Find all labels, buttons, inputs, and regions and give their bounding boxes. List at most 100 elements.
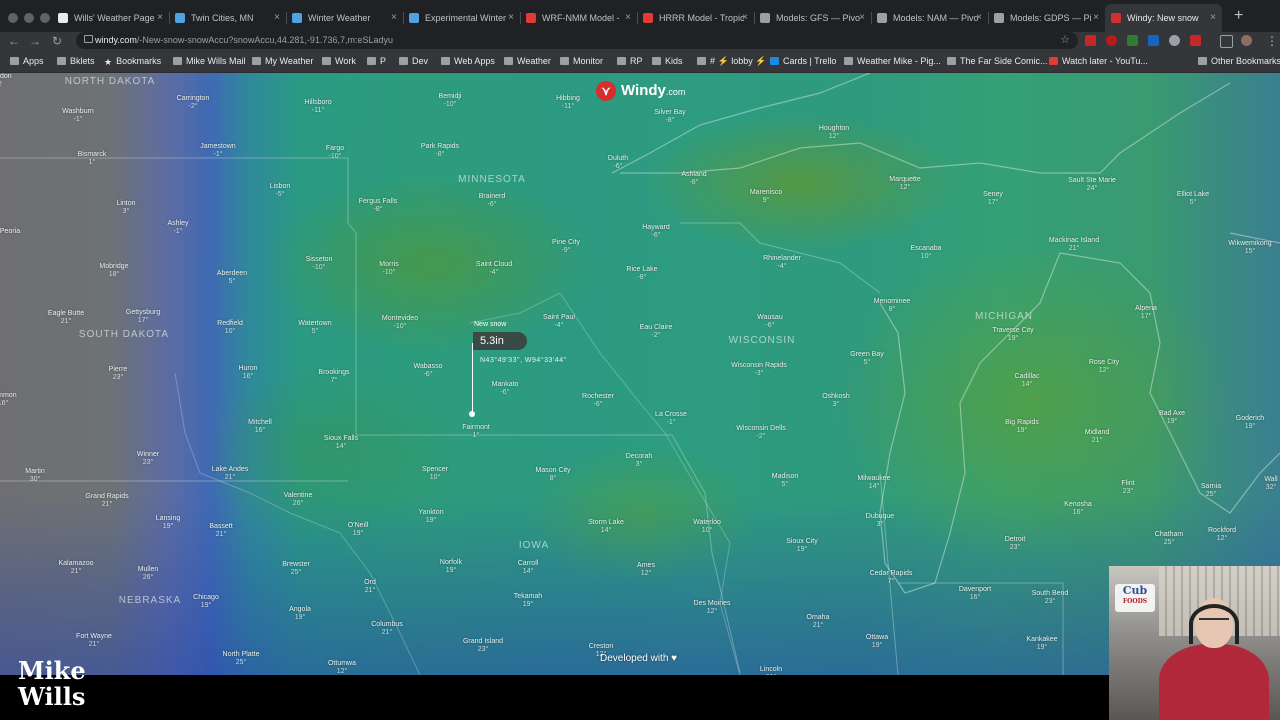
city-label[interactable]: Waterloo 10° [693,519,721,535]
city-label[interactable]: Bismarck 1° [78,151,107,167]
city-label[interactable]: Fargo -10° [326,145,344,161]
city-label[interactable]: Wisconsin Rapids -3° [731,362,787,378]
browser-tab[interactable]: Windy: New snow × [1105,4,1222,32]
browser-tab[interactable]: Models: GDPS — Pi × [988,4,1105,32]
bookmark-item[interactable]: Watch later - YouTu... [1049,50,1148,72]
city-label[interactable]: Mason City 8° [535,467,570,483]
city-label[interactable]: Pierre 23° [109,366,128,382]
city-label[interactable]: Des Moines 12° [694,600,731,616]
city-label[interactable]: Storm Lake 14° [588,519,624,535]
browser-tab[interactable]: Twin Cities, MN × [169,4,286,32]
city-label[interactable]: Jamestown -1° [200,143,235,159]
city-label[interactable]: Chicago 19° [193,594,219,610]
extension-icon[interactable] [1106,35,1117,46]
city-label[interactable]: Sisseton -10° [306,256,333,272]
city-label[interactable]: Winner 23° [137,451,159,467]
bookmark-item[interactable]: Weather Mike - Pig... [844,50,941,72]
city-label[interactable]: Rose City 12° [1089,359,1119,375]
city-label[interactable]: Fairmont 1° [462,424,490,440]
city-label[interactable]: Mitchell 16° [248,419,272,435]
tab-close-icon[interactable]: × [623,4,633,32]
city-label[interactable]: Rhinelander -4° [763,255,801,271]
city-label[interactable]: Houghton 12° [819,125,849,141]
city-label[interactable]: Kenosha 16° [1064,501,1092,517]
minimize-window-icon[interactable] [24,13,34,23]
picker-pin-dot[interactable] [469,411,475,417]
bookmark-item[interactable]: ★ Bookmarks [104,50,161,72]
city-label[interactable]: Omaha 21° [807,614,830,630]
city-label[interactable]: Washburn -1° [62,108,94,124]
forward-arrow-icon[interactable]: → [27,33,43,49]
city-label[interactable]: Mobridge 18° [99,263,128,279]
bookmark-item[interactable]: Other Bookmarks [1198,50,1280,72]
city-label[interactable]: Wabasso -6° [414,363,443,379]
city-label[interactable]: Cedar Rapids 7° [870,570,913,586]
city-label[interactable]: Marquette 12° [889,176,921,192]
city-label[interactable]: Lake Andes 21° [212,466,249,482]
city-label[interactable]: Green Bay 5° [850,351,883,367]
city-label[interactable]: Grand Island 23° [463,638,503,654]
browser-tab[interactable]: Models: GFS — Pivo × [754,4,871,32]
tab-close-icon[interactable]: × [1208,4,1218,32]
extension-icon[interactable] [1148,35,1159,46]
picker-value-badge[interactable]: 5.3in [473,332,527,350]
city-label[interactable]: Rice Lake -8° [626,266,657,282]
bookmark-item[interactable]: Apps [10,50,44,72]
tab-close-icon[interactable]: × [155,4,165,32]
bookmark-item[interactable]: Monitor [560,50,603,72]
city-label[interactable]: Milwaukee 14° [857,475,890,491]
reload-icon[interactable]: ↻ [49,33,65,49]
bookmark-item[interactable]: Web Apps [441,50,495,72]
city-label[interactable]: Sarnia 25° [1201,483,1221,499]
city-label[interactable]: Alpena 17° [1135,305,1157,321]
city-label[interactable]: Midland 21° [1085,429,1110,445]
bookmark-item[interactable]: The Far Side Comic... [947,50,1048,72]
city-label[interactable]: O'Neill 19° [348,522,368,538]
bookmark-item[interactable]: P [367,50,386,72]
city-label[interactable]: Flint 23° [1121,480,1134,496]
bookmark-item[interactable]: Bklets [57,50,95,72]
city-label[interactable]: Tekamah 19° [514,593,542,609]
city-label[interactable]: South Bend 23° [1032,590,1069,606]
browser-menu-icon[interactable]: ⋮ [1266,33,1278,49]
city-label[interactable]: Sioux City 19° [786,538,818,554]
city-label[interactable]: Carroll 14° [518,560,539,576]
city-label[interactable]: Mackinac Island 21° [1049,237,1099,253]
address-bar[interactable]: windy.com/-New-snow-snowAccu?snowAccu,44… [76,32,1078,49]
city-label[interactable]: Chatham 25° [1155,531,1183,547]
lock-icon[interactable] [84,35,93,43]
browser-tab[interactable]: WRF-NMM Model - × [520,4,637,32]
city-label[interactable]: Elliot Lake 5° [1177,191,1209,207]
city-label[interactable]: Park Rapids -8° [421,143,459,159]
city-label[interactable]: Ames 12° [637,562,655,578]
city-label[interactable]: Ashley -1° [167,220,188,236]
city-label[interactable]: Sault Ste Marie 24° [1068,177,1116,193]
city-label[interactable]: Ashland -8° [681,171,706,187]
city-label[interactable]: Wausau -6° [757,314,782,330]
city-label[interactable]: Bassett 21° [209,523,232,539]
bookmark-item[interactable]: Work [322,50,356,72]
city-label[interactable]: Pine City -9° [552,239,580,255]
city-label[interactable]: Wall 32° [1264,476,1277,492]
city-label[interactable]: Lemmon16° [0,392,17,408]
maximize-window-icon[interactable] [40,13,50,23]
city-label[interactable]: Spencer 10° [422,466,448,482]
extension-icon[interactable] [1169,35,1180,46]
city-label[interactable]: Rockford 12° [1208,527,1236,543]
bookmark-item[interactable]: Cards | Trello [770,50,836,72]
city-label[interactable]: Kalamazoo 21° [58,560,93,576]
developed-with-credit[interactable]: Developed with ♥ [600,653,677,664]
city-label[interactable]: Bemidji -10° [439,93,462,109]
city-label[interactable]: Valentine 26° [284,492,313,508]
city-label[interactable]: Duluth -6° [608,155,628,171]
city-label[interactable]: La Crosse -1° [655,411,687,427]
city-label[interactable]: Brainerd -6° [479,193,505,209]
extension-icon[interactable] [1190,35,1201,46]
city-label[interactable]: Lisbon -5° [270,183,291,199]
city-label[interactable]: Norfolk 19° [440,559,462,575]
city-label[interactable]: Marenisco 9° [750,189,782,205]
city-label[interactable]: Detroit 23° [1005,536,1026,552]
browser-tab[interactable]: Wills' Weather Page × [52,4,169,32]
city-label[interactable]: Wikwemikong 15° [1228,240,1271,256]
bookmark-item[interactable]: Kids [652,50,683,72]
